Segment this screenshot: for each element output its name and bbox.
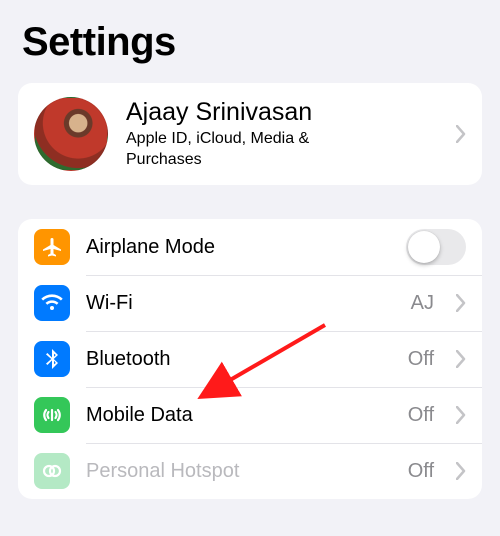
personal-hotspot-row[interactable]: Personal Hotspot Off	[18, 443, 482, 499]
bluetooth-label: Bluetooth	[86, 348, 392, 371]
wifi-icon	[34, 285, 70, 321]
profile-text: Ajaay Srinivasan Apple ID, iCloud, Media…	[126, 97, 438, 171]
mobile-data-label: Mobile Data	[86, 404, 392, 427]
profile-card: Ajaay Srinivasan Apple ID, iCloud, Media…	[18, 83, 482, 185]
page-title: Settings	[0, 0, 500, 75]
bluetooth-row[interactable]: Bluetooth Off	[18, 331, 482, 387]
chevron-right-icon	[456, 125, 466, 143]
apple-id-row[interactable]: Ajaay Srinivasan Apple ID, iCloud, Media…	[18, 83, 482, 185]
personal-hotspot-icon	[34, 453, 70, 489]
wifi-row[interactable]: Wi-Fi AJ	[18, 275, 482, 331]
mobile-data-icon	[34, 397, 70, 433]
chevron-right-icon	[456, 294, 466, 312]
settings-group-1: Airplane Mode Wi-Fi AJ Bluetooth Off Mob…	[18, 219, 482, 499]
bluetooth-icon	[34, 341, 70, 377]
avatar	[34, 97, 108, 171]
wifi-value: AJ	[411, 292, 434, 315]
toggle-knob	[408, 231, 440, 263]
airplane-icon	[34, 229, 70, 265]
mobile-data-row[interactable]: Mobile Data Off	[18, 387, 482, 443]
profile-name: Ajaay Srinivasan	[126, 97, 438, 127]
personal-hotspot-label: Personal Hotspot	[86, 460, 392, 483]
mobile-data-value: Off	[408, 404, 434, 427]
airplane-mode-row[interactable]: Airplane Mode	[18, 219, 482, 275]
chevron-right-icon	[456, 462, 466, 480]
wifi-label: Wi-Fi	[86, 292, 395, 315]
airplane-mode-label: Airplane Mode	[86, 236, 390, 259]
chevron-right-icon	[456, 350, 466, 368]
personal-hotspot-value: Off	[408, 460, 434, 483]
bluetooth-value: Off	[408, 348, 434, 371]
airplane-mode-toggle[interactable]	[406, 229, 466, 265]
profile-subtitle: Apple ID, iCloud, Media & Purchases	[126, 129, 356, 171]
chevron-right-icon	[456, 406, 466, 424]
